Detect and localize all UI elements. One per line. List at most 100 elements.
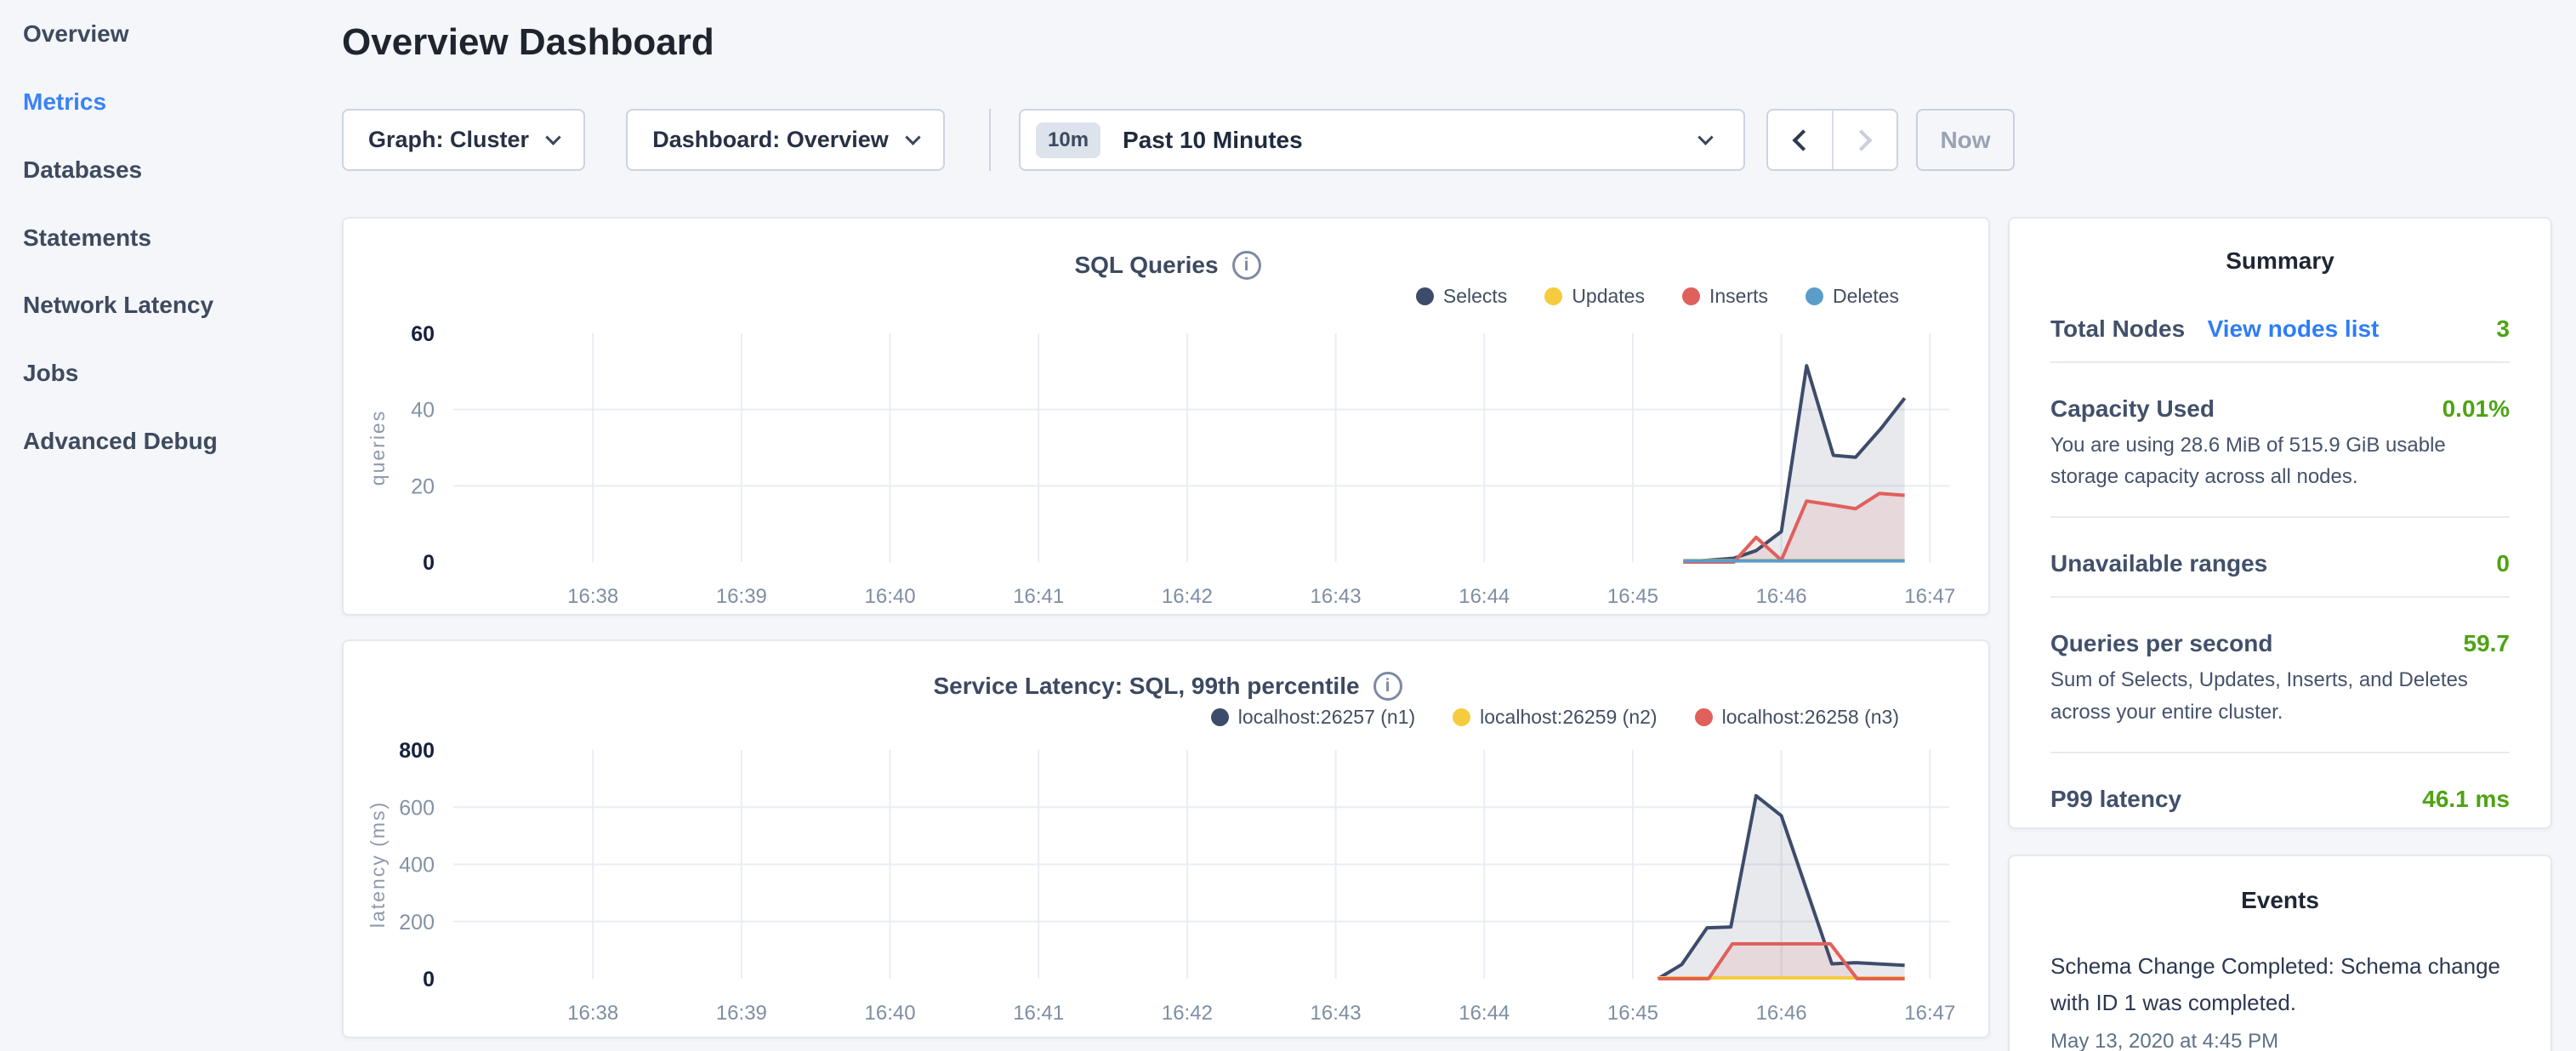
summary-value: 46.1 ms xyxy=(2422,786,2510,813)
sql-queries-chart-svg: 16:3816:3916:4016:4116:4216:4316:4416:45… xyxy=(359,321,1975,610)
legend-dot xyxy=(1805,287,1823,305)
summary-heading: Summary xyxy=(2050,247,2510,275)
chart-title-text: SQL Queries xyxy=(1074,252,1218,279)
summary-value: 0 xyxy=(2496,550,2510,577)
time-window-label: Past 10 Minutes xyxy=(1123,127,1700,154)
summary-subtext: You are using 28.6 MiB of 515.9 GiB usab… xyxy=(2050,429,2510,504)
now-button[interactable]: Now xyxy=(1916,109,2015,171)
x-tick-label: 16:46 xyxy=(1756,1002,1807,1025)
chevron-down-icon xyxy=(545,129,560,145)
graph-scope-dropdown[interactable]: Graph: Cluster xyxy=(342,109,585,171)
summary-panel: Summary Total Nodes View nodes list 3 Ca… xyxy=(2008,217,2552,829)
y-tick-label: 600 xyxy=(399,796,435,820)
legend-label: localhost:26258 (n3) xyxy=(1722,706,1899,729)
legend-dot xyxy=(1453,708,1470,726)
y-tick-label: 800 xyxy=(399,739,435,763)
legend-dot xyxy=(1544,287,1562,305)
legend-label: Updates xyxy=(1572,285,1645,308)
service-latency-chart-card: Service Latency: SQL, 99th percentile i … xyxy=(342,639,1990,1038)
sidebar-item-databases[interactable]: Databases xyxy=(23,153,142,187)
graph-scope-dropdown-label: Graph: Cluster xyxy=(368,127,529,153)
toolbar-divider xyxy=(989,109,991,171)
sql-queries-chart-card: SQL Queries i Selects Updates Inserts De… xyxy=(342,217,1990,616)
time-shift-back-button[interactable] xyxy=(1768,111,1832,169)
time-window-badge: 10m xyxy=(1036,122,1100,158)
x-tick-label: 16:46 xyxy=(1756,585,1807,608)
summary-label: Unavailable ranges xyxy=(2050,550,2267,577)
sidebar-item-statements[interactable]: Statements xyxy=(23,221,151,255)
x-tick-label: 16:39 xyxy=(716,1002,767,1025)
summary-section-capacity: Capacity Used 0.01% You are using 28.6 M… xyxy=(2050,373,2510,528)
service-latency-chart-svg: 16:3816:3916:4016:4116:4216:4316:4416:45… xyxy=(359,737,1975,1026)
y-tick-label: 40 xyxy=(411,399,435,423)
x-tick-label: 16:42 xyxy=(1162,585,1213,608)
time-shift-buttons xyxy=(1766,109,1898,171)
summary-label: Total Nodes xyxy=(2050,315,2185,342)
sidebar-item-overview[interactable]: Overview xyxy=(23,17,129,51)
x-tick-label: 16:43 xyxy=(1311,585,1362,608)
x-tick-label: 16:47 xyxy=(1904,585,1955,608)
divider xyxy=(2050,516,2510,518)
y-tick-label: 20 xyxy=(411,474,435,498)
summary-value: 59.7 xyxy=(2464,630,2511,657)
chart-legend: localhost:26257 (n1) localhost:26259 (n2… xyxy=(1211,706,1899,729)
event-timestamp: May 13, 2020 at 4:45 PM xyxy=(2050,1030,2510,1051)
dashboard-dropdown[interactable]: Dashboard: Overview xyxy=(626,109,945,171)
legend-dot xyxy=(1211,708,1229,726)
summary-section-unavailable-ranges: Unavailable ranges 0 xyxy=(2050,528,2510,608)
y-axis-label: queries xyxy=(367,410,389,486)
x-tick-label: 16:38 xyxy=(567,585,618,608)
legend-item: localhost:26259 (n2) xyxy=(1453,706,1657,729)
summary-section-qps: Queries per second 59.7 Sum of Selects, … xyxy=(2050,608,2510,763)
view-nodes-list-link[interactable]: View nodes list xyxy=(2208,315,2380,342)
legend-label: Selects xyxy=(1443,285,1507,308)
sidebar-item-jobs[interactable]: Jobs xyxy=(23,356,78,390)
y-axis-label: latency (ms) xyxy=(367,801,389,928)
y-tick-label: 400 xyxy=(399,854,435,878)
time-range-dropdown[interactable]: 10m Past 10 Minutes xyxy=(1019,109,1745,171)
legend-label: Deletes xyxy=(1833,285,1899,308)
legend-item: Deletes xyxy=(1805,285,1899,308)
chart-title: Service Latency: SQL, 99th percentile i xyxy=(344,672,1992,701)
chart-legend: Selects Updates Inserts Deletes xyxy=(1416,285,1899,308)
legend-item: Selects xyxy=(1416,285,1507,308)
divider xyxy=(2050,752,2510,753)
x-tick-label: 16:47 xyxy=(1904,1002,1955,1025)
summary-label: Queries per second xyxy=(2050,630,2272,657)
legend-item: localhost:26257 (n1) xyxy=(1211,706,1415,729)
chevron-right-icon xyxy=(1851,129,1872,151)
y-tick-label: 0 xyxy=(423,968,435,991)
page-title: Overview Dashboard xyxy=(342,21,714,64)
sidebar-item-metrics[interactable]: Metrics xyxy=(23,85,106,119)
x-tick-label: 16:38 xyxy=(567,1002,618,1025)
chart-title: SQL Queries i xyxy=(344,251,1992,280)
y-tick-label: 200 xyxy=(399,911,435,935)
summary-subtext: Sum of Selects, Updates, Inserts, and De… xyxy=(2050,664,2510,739)
x-tick-label: 16:43 xyxy=(1311,1002,1362,1025)
legend-item: Inserts xyxy=(1682,285,1768,308)
summary-value: 3 xyxy=(2496,315,2510,343)
x-tick-label: 16:40 xyxy=(865,585,916,608)
info-icon[interactable]: i xyxy=(1373,672,1402,701)
legend-label: Inserts xyxy=(1709,285,1768,308)
sidebar-item-advanced-debug[interactable]: Advanced Debug xyxy=(23,424,218,458)
legend-dot xyxy=(1416,287,1434,305)
x-tick-label: 16:40 xyxy=(865,1002,916,1025)
divider xyxy=(2050,596,2510,598)
info-icon[interactable]: i xyxy=(1232,251,1261,280)
summary-value: 0.01% xyxy=(2442,395,2510,423)
chevron-down-icon xyxy=(1697,129,1713,145)
events-heading: Events xyxy=(2050,887,2510,914)
summary-section-total-nodes: Total Nodes View nodes list 3 xyxy=(2050,293,2510,373)
x-tick-label: 16:41 xyxy=(1013,585,1064,608)
sidebar-item-network-latency[interactable]: Network Latency xyxy=(23,288,213,322)
divider xyxy=(2050,361,2510,363)
x-tick-label: 16:42 xyxy=(1162,1002,1213,1025)
time-shift-forward-button[interactable] xyxy=(1832,111,1897,169)
x-tick-label: 16:45 xyxy=(1607,585,1658,608)
legend-dot xyxy=(1682,287,1700,305)
legend-label: localhost:26259 (n2) xyxy=(1480,706,1657,729)
y-tick-label: 0 xyxy=(423,551,435,575)
x-tick-label: 16:39 xyxy=(716,585,767,608)
legend-item: localhost:26258 (n3) xyxy=(1695,706,1899,729)
